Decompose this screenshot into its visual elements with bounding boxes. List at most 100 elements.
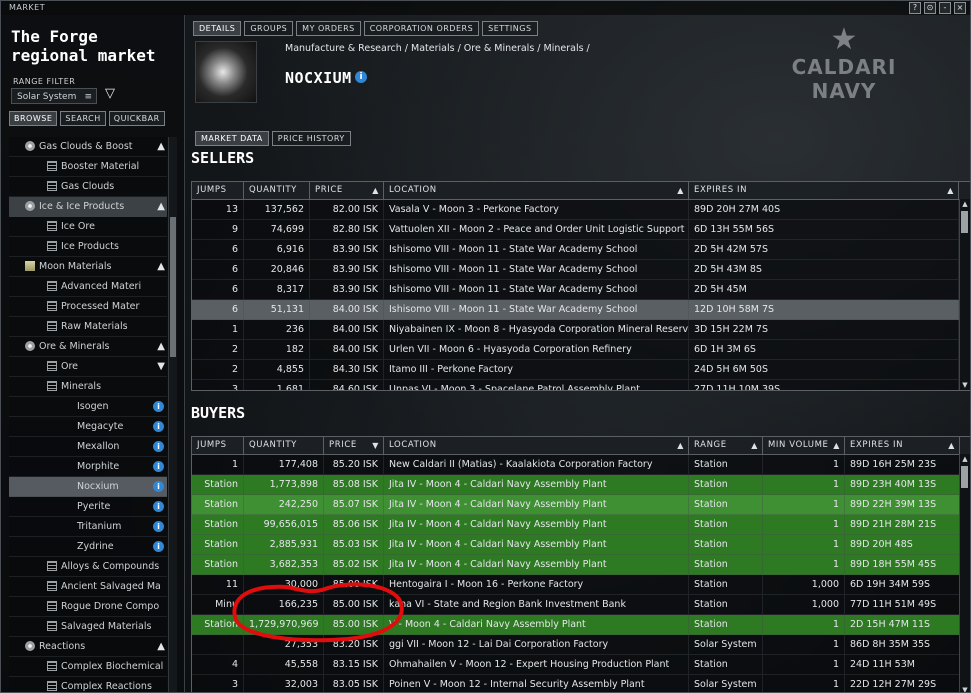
table-row[interactable]: 6 6,916 83.90 ISK Ishisomo VIII - Moon 11 -…: [192, 240, 970, 260]
tree-item[interactable]: Gas Clouds & Boost ▲: [9, 137, 167, 157]
info-icon[interactable]: i: [153, 541, 164, 552]
table-row[interactable]: 27,353 83.20 ISK ggi VII - Moon 12 - Lai D…: [192, 635, 970, 655]
tree-item[interactable]: Moon Materials ▲: [9, 257, 167, 277]
table-row[interactable]: Minu 166,235 85.00 ISK kana VI - State and …: [192, 595, 970, 615]
tree-scrollbar[interactable]: [168, 137, 177, 692]
table-row[interactable]: 3 1,681 84.60 ISK Unpas VI - Moon 3 - Space…: [192, 380, 970, 390]
tree-item[interactable]: Complex Biochemical: [9, 657, 167, 677]
tab-corporation-orders[interactable]: CORPORATION ORDERS: [363, 21, 480, 36]
info-icon[interactable]: i: [355, 71, 367, 83]
scroll-thumb[interactable]: [961, 466, 968, 488]
table-row[interactable]: 13 137,562 82.00 ISK Vasala V - Moon 3 - Pe…: [192, 200, 970, 220]
tree-item[interactable]: Alloys & Compounds: [9, 557, 167, 577]
tree-item[interactable]: Processed Mater: [9, 297, 167, 317]
tab-groups[interactable]: GROUPS: [244, 21, 294, 36]
column-header[interactable]: PRICE ▼: [324, 437, 384, 454]
tab-quickbar[interactable]: QUICKBAR: [108, 111, 165, 126]
info-icon[interactable]: i: [153, 521, 164, 532]
column-header[interactable]: QUANTITY: [244, 182, 310, 199]
tab-search[interactable]: SEARCH: [60, 111, 106, 126]
breadcrumb[interactable]: Manufacture & Research / Materials / Ore…: [285, 43, 590, 54]
table-row[interactable]: 6 20,846 83.90 ISK Ishisomo VIII - Moon 11 …: [192, 260, 970, 280]
info-icon[interactable]: i: [153, 481, 164, 492]
tree-item[interactable]: Reactions ▲: [9, 637, 167, 657]
column-header[interactable]: RANGE ▲: [689, 437, 763, 454]
table-row[interactable]: Station 242,250 85.07 ISK Jita IV - Moon 4 …: [192, 495, 970, 515]
table-row[interactable]: 6 8,317 83.90 ISK Ishisomo VIII - Moon 11 -…: [192, 280, 970, 300]
tree-item[interactable]: Mexallon i: [9, 437, 167, 457]
scroll-up-icon[interactable]: ▲: [961, 455, 969, 463]
help-icon[interactable]: ?: [909, 2, 921, 14]
column-header[interactable]: EXPIRES IN ▲: [689, 182, 959, 199]
table-row[interactable]: 1 177,408 85.20 ISK New Caldari II (Matias)…: [192, 455, 970, 475]
table-scrollbar[interactable]: ▲ ▼: [959, 199, 970, 390]
tree-item[interactable]: Gas Clouds: [9, 177, 167, 197]
chevron-up-icon[interactable]: ▲: [157, 137, 165, 156]
scroll-down-icon[interactable]: ▼: [961, 381, 969, 389]
tree-item[interactable]: Raw Materials: [9, 317, 167, 337]
options-icon[interactable]: ⊙: [924, 2, 936, 14]
table-row[interactable]: 3 32,003 83.05 ISK Poinen V - Moon 12 - Int…: [192, 675, 970, 692]
table-row[interactable]: Station 99,656,015 85.06 ISK Jita IV - Moon…: [192, 515, 970, 535]
tree-item[interactable]: Ice & Ice Products ▲: [9, 197, 167, 217]
tree-item[interactable]: Complex Reactions: [9, 677, 167, 692]
close-icon[interactable]: ×: [954, 2, 966, 14]
tree-item[interactable]: Booster Material: [9, 157, 167, 177]
table-row[interactable]: 6 51,131 84.00 ISK Ishisomo VIII - Moon 11 …: [192, 300, 970, 320]
table-row[interactable]: Station 3,682,353 85.02 ISK Jita IV - Moon …: [192, 555, 970, 575]
tree-item[interactable]: Megacyte i: [9, 417, 167, 437]
scroll-up-icon[interactable]: ▲: [961, 200, 969, 208]
table-row[interactable]: 9 74,699 82.80 ISK Vattuolen XII - Moon 2 -…: [192, 220, 970, 240]
info-icon[interactable]: i: [153, 421, 164, 432]
tree-item[interactable]: Rogue Drone Compo: [9, 597, 167, 617]
column-header[interactable]: LOCATION ▲: [384, 182, 689, 199]
chevron-down-icon[interactable]: ▼: [157, 357, 165, 376]
info-icon[interactable]: i: [153, 401, 164, 412]
tree-item[interactable]: Morphite i: [9, 457, 167, 477]
tree-scroll-thumb[interactable]: [170, 217, 176, 357]
table-scrollbar[interactable]: ▲ ▼: [959, 454, 970, 692]
tree-item[interactable]: Minerals: [9, 377, 167, 397]
tree-item[interactable]: Isogen i: [9, 397, 167, 417]
info-icon[interactable]: i: [153, 441, 164, 452]
table-row[interactable]: 4 45,558 83.15 ISK Ohmahailen V - Moon 12 -…: [192, 655, 970, 675]
tree-item[interactable]: Salvaged Materials: [9, 617, 167, 637]
tree-item[interactable]: Ice Products: [9, 237, 167, 257]
filter-icon[interactable]: ▽: [105, 86, 115, 101]
table-row[interactable]: 1 236 84.00 ISK Niyabainen IX - Moon 8 - Hy…: [192, 320, 970, 340]
scroll-thumb[interactable]: [961, 211, 968, 233]
tree-item[interactable]: Nocxium i: [9, 477, 167, 497]
column-header[interactable]: JUMPS: [192, 437, 244, 454]
column-header[interactable]: MIN VOLUME ▲: [763, 437, 845, 454]
column-header[interactable]: EXPIRES IN ▲: [845, 437, 960, 454]
tree-item[interactable]: Zydrine i: [9, 537, 167, 557]
table-row[interactable]: Station 1,773,898 85.08 ISK Jita IV - Moon …: [192, 475, 970, 495]
tab-details[interactable]: DETAILS: [193, 21, 242, 36]
range-filter-select[interactable]: Solar System ≡: [11, 88, 97, 104]
tab-market-data[interactable]: MARKET DATA: [195, 131, 269, 146]
column-header[interactable]: JUMPS: [192, 182, 244, 199]
table-row[interactable]: 2 4,855 84.30 ISK Itamo III - Perkone Facto…: [192, 360, 970, 380]
column-header[interactable]: PRICE ▲: [310, 182, 384, 199]
tree-item[interactable]: Advanced Materi: [9, 277, 167, 297]
info-icon[interactable]: i: [153, 501, 164, 512]
tab-price-history[interactable]: PRICE HISTORY: [271, 131, 351, 146]
tab-browse[interactable]: BROWSE: [9, 111, 58, 126]
column-header[interactable]: QUANTITY: [244, 437, 324, 454]
table-row[interactable]: 11 30,000 85.00 ISK Hentogaira I - Moon 16 …: [192, 575, 970, 595]
tree-item[interactable]: Pyerite i: [9, 497, 167, 517]
item-thumbnail[interactable]: [195, 41, 257, 103]
window-titlebar[interactable]: MARKET ? ⊙ - ×: [1, 1, 970, 15]
info-icon[interactable]: i: [153, 461, 164, 472]
chevron-up-icon[interactable]: ▲: [157, 257, 165, 276]
tab-my-orders[interactable]: MY ORDERS: [296, 21, 361, 36]
table-row[interactable]: 2 182 84.00 ISK Urlen VII - Moon 6 - Hyasyo…: [192, 340, 970, 360]
tree-item[interactable]: Ice Ore: [9, 217, 167, 237]
tree-item[interactable]: Ancient Salvaged Ma: [9, 577, 167, 597]
chevron-up-icon[interactable]: ▲: [157, 337, 165, 356]
tree-item[interactable]: Tritanium i: [9, 517, 167, 537]
chevron-up-icon[interactable]: ▲: [157, 197, 165, 216]
chevron-up-icon[interactable]: ▲: [157, 637, 165, 656]
table-row[interactable]: Station 1,729,970,969 85.00 ISK V - Moon 4 …: [192, 615, 970, 635]
tree-item[interactable]: Ore & Minerals ▲: [9, 337, 167, 357]
